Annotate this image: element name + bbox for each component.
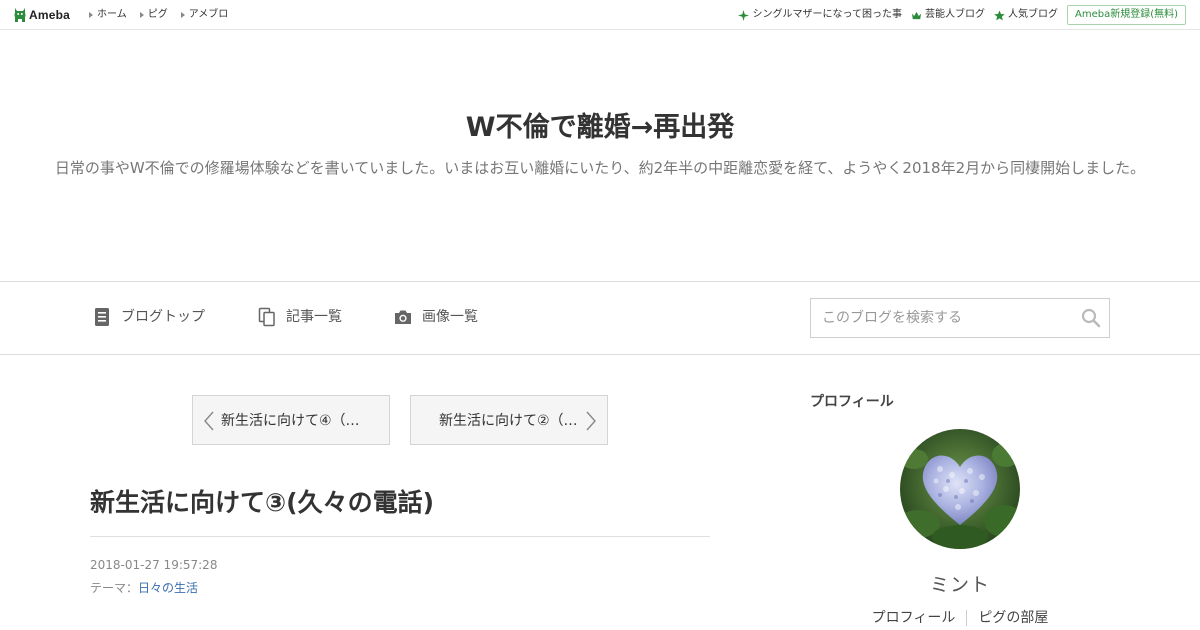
header-link-single-mother[interactable]: シングルマザーになって困った事 [738,9,902,21]
chevron-right-icon [586,411,596,431]
star-icon [994,9,1005,20]
header-link-popular-blogs[interactable]: 人気ブログ [994,9,1058,21]
entry-title-divider [90,536,710,537]
nav-articles[interactable]: 記事一覧 [258,307,342,327]
next-entry-button[interactable]: 新生活に向けて②（… [410,395,608,445]
logo-text: Ameba [29,8,71,22]
blog-header: W不倫で離婚→再出発 日常の事やW不倫での修羅場体験などを書いていました。いまは… [0,30,1200,281]
entry-theme: テーマ：日々の生活 [90,580,198,596]
header-link-label: 人気ブログ [1007,9,1058,20]
pigg-room-link[interactable]: ピグの部屋 [978,608,1048,628]
prev-entry-label: 新生活に向けて④（… [221,413,360,429]
header-link-label: 芸能人ブログ [924,9,985,20]
ameba-logo[interactable]: Ameba [13,6,70,24]
global-header: Ameba ホーム ピグ アメブロ シングルマザーになって困った事 芸能人ブログ [0,0,1200,30]
profile-links: プロフィール ピグの部屋 [810,608,1110,628]
global-nav-ameblo[interactable]: アメブロ [180,9,229,21]
ameba-mascot-icon [14,8,26,22]
caret-right-icon [180,12,185,18]
blog-title[interactable]: W不倫で離婚→再出発 [0,110,1200,146]
link-divider [966,610,968,626]
next-entry-label: 新生活に向けて②（… [439,413,578,429]
global-nav-label: ホーム [97,9,127,20]
entry-date: 2018-01-27 19:57:28 [90,558,218,572]
entry-theme-link[interactable]: 日々の生活 [138,581,198,595]
crown-icon [911,11,922,19]
blog-nav: ブログトップ 記事一覧 画像一覧 [0,281,1200,355]
profile-link[interactable]: プロフィール [872,608,956,628]
document-icon [95,308,109,326]
global-nav-home[interactable]: ホーム [89,9,127,21]
chevron-left-icon [204,411,214,431]
prev-entry-button[interactable]: 新生活に向けて④（… [192,395,390,445]
copy-icon [258,307,275,327]
caret-right-icon [89,12,93,18]
avatar[interactable] [900,429,1020,549]
global-nav-label: ピグ [147,9,168,20]
blog-search [810,298,1110,338]
entry-theme-prefix: テーマ： [90,581,139,595]
nav-blog-top[interactable]: ブログトップ [93,307,205,327]
signup-button[interactable]: Ameba新規登録(無料) [1066,5,1186,25]
sparkle-icon [738,9,750,21]
global-nav-pigg[interactable]: ピグ [139,9,168,21]
header-link-celebrity-blogs[interactable]: 芸能人ブログ [911,9,985,21]
global-nav: ホーム ピグ アメブロ [89,9,241,21]
nav-blog-top-label: ブログトップ [121,309,205,325]
profile-heading: プロフィール [810,394,894,410]
camera-icon [395,310,411,324]
blog-description: 日常の事やW不倫での修羅場体験などを書いていました。いまはお互い離婚にいたり、約… [54,159,1146,177]
search-input[interactable] [811,299,1071,337]
nav-images[interactable]: 画像一覧 [394,307,478,327]
header-links: シングルマザーになって困った事 芸能人ブログ 人気ブログ Ameba新規登録(無… [738,5,1186,25]
nav-articles-label: 記事一覧 [286,309,342,325]
caret-right-icon [139,12,144,18]
search-icon[interactable] [1081,308,1101,328]
nav-images-label: 画像一覧 [422,309,478,325]
global-nav-label: アメブロ [188,9,229,20]
header-link-label: シングルマザーになって困った事 [752,9,902,20]
entry-title[interactable]: 新生活に向けて③(久々の電話) [90,485,710,521]
profile-name[interactable]: ミント [810,572,1110,598]
